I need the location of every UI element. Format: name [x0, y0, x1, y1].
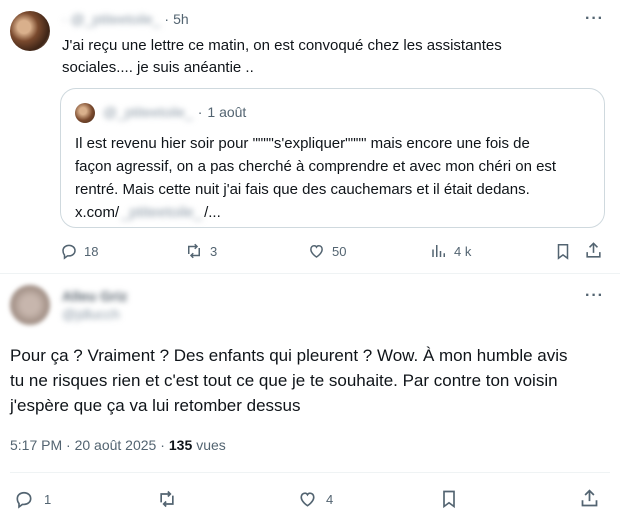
- like-icon: [307, 242, 326, 260]
- link-prefix[interactable]: x.com/: [75, 201, 119, 224]
- reply-count: 1: [44, 491, 52, 507]
- post-text-line: J'ai reçu une lettre ce matin, on est co…: [62, 37, 502, 54]
- avatar[interactable]: [10, 11, 50, 51]
- reply-button[interactable]: 1: [14, 489, 51, 509]
- like-icon: [297, 489, 318, 509]
- repost-icon: [184, 242, 204, 260]
- quoted-text-line: rentré. Mais cette nuit j'ai fais que de…: [75, 181, 530, 198]
- post-timestamp[interactable]: 5:17 PM · 20 août 2025 ·: [10, 437, 165, 453]
- post-header: Alleu Griz @jdlucch: [62, 287, 127, 323]
- divider: [0, 273, 620, 274]
- post-header: · @_ptiteetoile_ · 5h: [62, 11, 189, 27]
- reply-text-line: tu ne risques rien et c'est tout ce que …: [10, 371, 558, 390]
- bookmark-icon[interactable]: [554, 242, 572, 261]
- repost-button[interactable]: 3: [184, 242, 217, 260]
- reply-button[interactable]: 18: [60, 242, 98, 260]
- more-icon[interactable]: ···: [585, 10, 604, 28]
- avatar: [75, 103, 95, 123]
- reply-text: Pour ça ? Vraiment ? Des enfants qui ple…: [10, 343, 610, 418]
- views-label: vues: [196, 437, 226, 453]
- more-icon[interactable]: ···: [585, 287, 604, 305]
- quoted-text: Il est revenu hier soir pour """"s'expli…: [75, 132, 600, 224]
- like-button[interactable]: 50: [307, 242, 346, 260]
- reply-count: 18: [84, 243, 99, 259]
- bookmark-icon[interactable]: [439, 489, 459, 509]
- post-time: 1 août: [207, 104, 247, 120]
- quoted-header: @_ptiteetoile_ · 1 août: [103, 104, 246, 120]
- reply-text-line: j'espère que ça va lui retomber dessus: [10, 396, 301, 415]
- like-count: 4: [326, 491, 334, 507]
- display-name[interactable]: Alleu Griz: [62, 287, 127, 305]
- divider: [10, 472, 610, 473]
- like-count: 50: [332, 243, 347, 259]
- link-suffix[interactable]: /...: [204, 201, 221, 224]
- post-text-line: sociales.... je suis anéantie ..: [62, 59, 254, 76]
- views-button[interactable]: 4 k: [430, 242, 471, 260]
- link-handle[interactable]: _ptiteetoile_: [121, 201, 202, 224]
- display-name[interactable]: ·: [62, 11, 67, 27]
- separator: ·: [197, 104, 203, 120]
- like-button[interactable]: 4: [297, 489, 333, 509]
- post-meta: 5:17 PM · 20 août 2025 · 135 vues: [10, 437, 226, 453]
- views-count: 135: [168, 437, 193, 453]
- user-handle[interactable]: @_ptiteetoile_: [71, 11, 161, 27]
- views-count: 4 k: [454, 243, 472, 259]
- separator: ·: [164, 11, 170, 27]
- repost-icon[interactable]: [156, 489, 178, 509]
- quoted-text-line: Il est revenu hier soir pour """"s'expli…: [75, 135, 530, 152]
- quoted-link[interactable]: x.com/ _ptiteetoile_ /...: [75, 201, 600, 224]
- repost-count: 3: [210, 243, 218, 259]
- avatar[interactable]: [10, 285, 50, 325]
- quoted-text-line: façon agressif, on a pas cherché à compr…: [75, 158, 557, 175]
- reply-icon: [14, 489, 34, 509]
- post-time[interactable]: 5h: [173, 11, 189, 27]
- reply-icon: [60, 242, 78, 260]
- quoted-post[interactable]: @_ptiteetoile_ · 1 août Il est revenu hi…: [60, 88, 605, 228]
- share-icon[interactable]: [579, 488, 600, 509]
- user-handle[interactable]: @jdlucch: [62, 305, 127, 323]
- reply-text-line: Pour ça ? Vraiment ? Des enfants qui ple…: [10, 346, 568, 365]
- user-handle: @_ptiteetoile_: [103, 104, 193, 120]
- views-icon: [430, 242, 448, 260]
- share-icon[interactable]: [584, 241, 603, 260]
- post-text: J'ai reçu une lettre ce matin, on est co…: [62, 35, 602, 79]
